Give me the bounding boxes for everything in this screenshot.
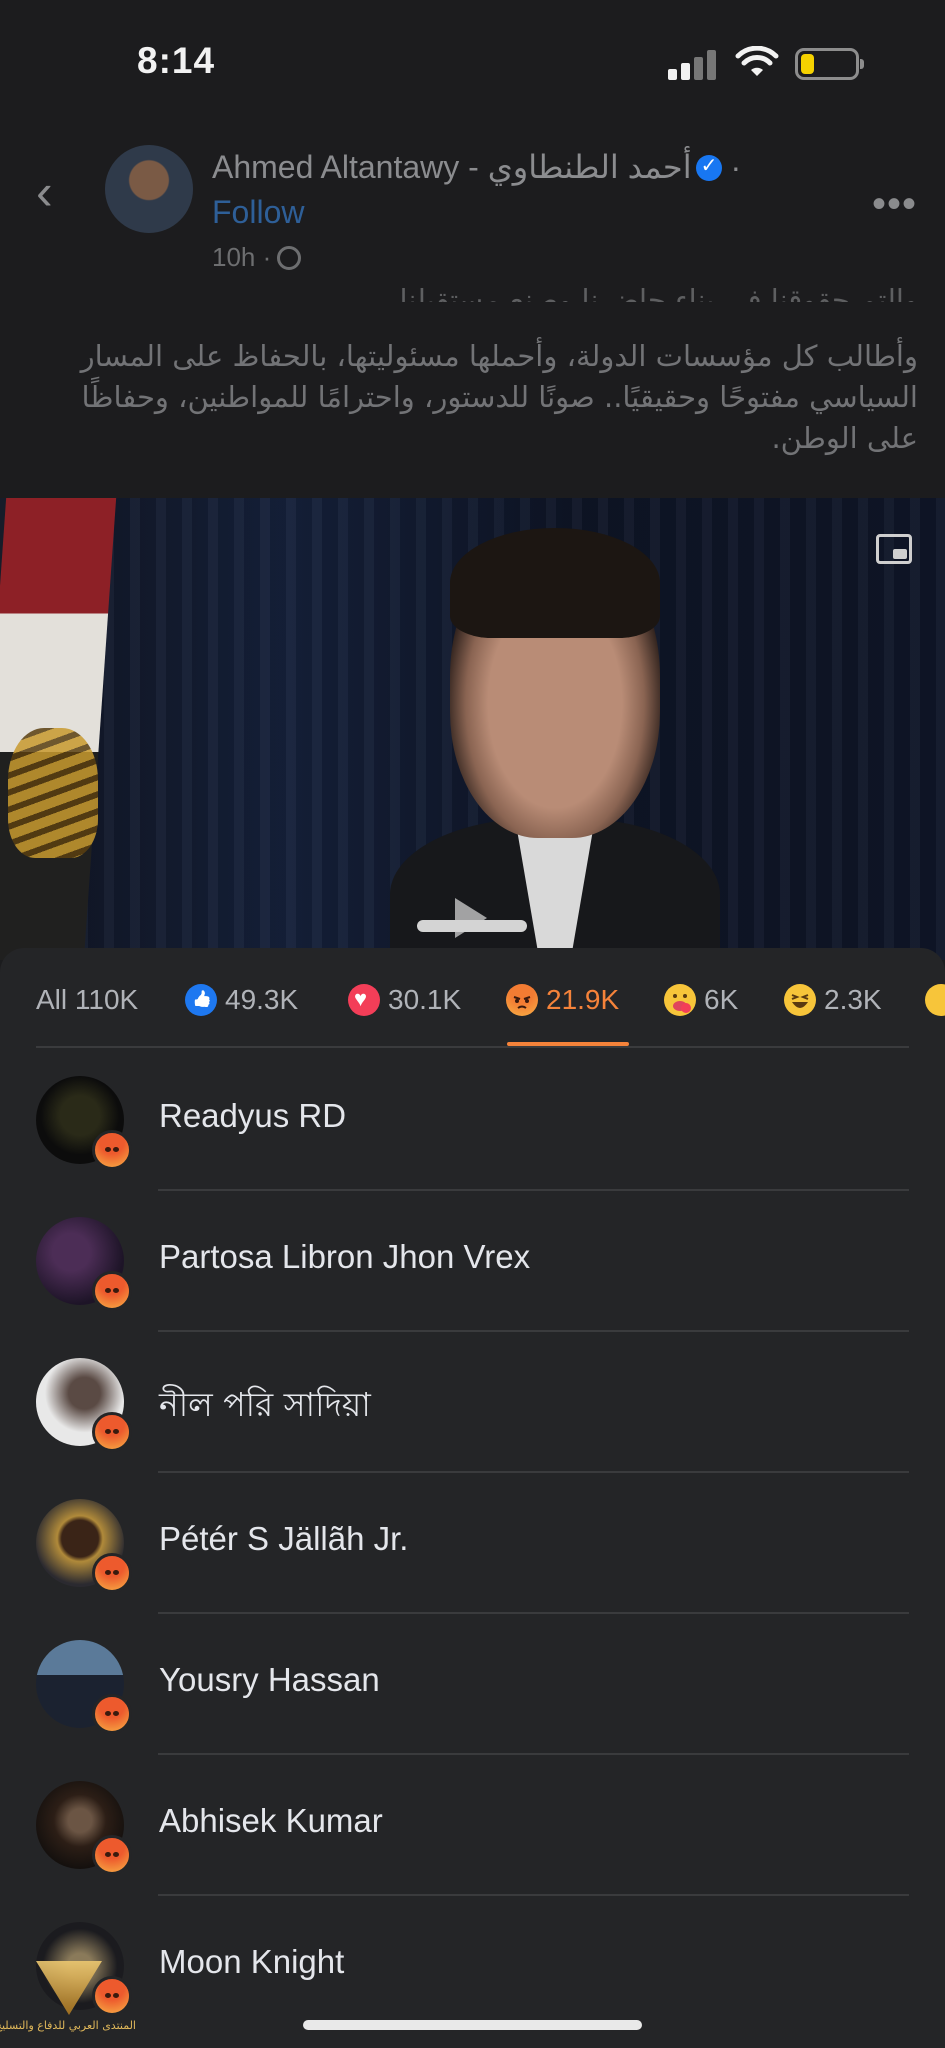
post-text-cut-line: والتم حقوقنا في بناء حاضرنا وصنع مستقبلن… bbox=[390, 283, 918, 302]
person-name[interactable]: Yousry Hassan bbox=[159, 1661, 380, 1699]
home-indicator[interactable] bbox=[303, 2020, 642, 2030]
follow-button[interactable]: Follow bbox=[212, 194, 304, 231]
author-avatar[interactable] bbox=[105, 145, 193, 233]
person-name[interactable]: Readyus RD bbox=[159, 1097, 346, 1135]
tab-care-count: 6K bbox=[704, 984, 739, 1015]
author-suffix: · bbox=[730, 149, 742, 185]
verified-badge-icon bbox=[695, 153, 722, 181]
back-chevron-icon[interactable]: ‹ bbox=[36, 167, 66, 220]
tab-all-label: All 110K bbox=[36, 984, 139, 1015]
angry-icon bbox=[92, 1553, 132, 1593]
post-text: والتم حقوقنا في بناء حاضرنا وصنع مستقبلن… bbox=[30, 280, 918, 459]
tab-angry[interactable]: 21.9K bbox=[506, 982, 619, 1018]
video-speaker bbox=[390, 528, 720, 960]
list-item[interactable]: Partosa Libron Jhon Vrex bbox=[0, 1191, 945, 1332]
author-name[interactable]: Ahmed Altantawy - أحمد الطنطاوي bbox=[212, 149, 692, 185]
watermark-text: المنتدى العربي للدفاع والتسليح bbox=[0, 2019, 136, 2032]
list-item[interactable]: Readyus RD bbox=[0, 1050, 945, 1191]
tab-haha-count: 2.3K bbox=[824, 984, 882, 1015]
angry-icon bbox=[506, 984, 538, 1016]
list-item[interactable]: Abhisek Kumar bbox=[0, 1755, 945, 1896]
list-item[interactable]: Yousry Hassan bbox=[0, 1614, 945, 1755]
cellular-signal-icon bbox=[668, 50, 720, 80]
more-options-icon[interactable]: ••• bbox=[872, 182, 917, 227]
reaction-tabs: All 110K 49.3K 30.1K 21.9K 6K 2.3K bbox=[0, 948, 945, 1048]
care-icon bbox=[664, 984, 696, 1016]
person-name[interactable]: নীল পরি সাদিয়া bbox=[159, 1379, 371, 1435]
person-name[interactable]: Moon Knight bbox=[159, 1943, 344, 1981]
person-name[interactable]: Partosa Libron Jhon Vrex bbox=[159, 1238, 530, 1276]
love-icon bbox=[348, 984, 380, 1016]
tab-wow[interactable] bbox=[925, 982, 945, 1018]
tab-care[interactable]: 6K bbox=[664, 982, 738, 1018]
list-item[interactable]: নীল পরি সাদিয়া bbox=[0, 1332, 945, 1473]
post-text-paragraph: وأطالب كل مؤسسات الدولة، وأحملها مسئوليت… bbox=[80, 339, 918, 455]
forum-watermark: المنتدى العربي للدفاع والتسليح bbox=[0, 1955, 136, 2045]
angry-icon bbox=[92, 1130, 132, 1170]
list-item[interactable]: Pétér S Jällãh Jr. bbox=[0, 1473, 945, 1614]
play-icon[interactable] bbox=[455, 898, 487, 938]
globe-privacy-icon bbox=[277, 246, 302, 270]
angry-icon bbox=[92, 1835, 132, 1875]
tab-love[interactable]: 30.1K bbox=[348, 982, 461, 1018]
tab-all[interactable]: All 110K bbox=[36, 982, 138, 1018]
watermark-logo bbox=[36, 1961, 102, 2015]
tabs-divider bbox=[36, 1046, 909, 1048]
battery-icon bbox=[795, 48, 864, 80]
status-time: 8:14 bbox=[137, 40, 216, 81]
tab-angry-count: 21.9K bbox=[546, 984, 620, 1015]
wifi-icon bbox=[735, 46, 779, 76]
tab-haha[interactable]: 2.3K bbox=[784, 982, 882, 1018]
post-time: 10h · bbox=[212, 242, 272, 272]
person-name[interactable]: Abhisek Kumar bbox=[159, 1802, 383, 1840]
author-name-line[interactable]: Ahmed Altantawy - أحمد الطنطاوي · bbox=[212, 148, 741, 186]
haha-icon bbox=[784, 984, 816, 1016]
angry-icon bbox=[92, 1412, 132, 1452]
post-header: ‹ Ahmed Altantawy - أحمد الطنطاوي · Foll… bbox=[0, 130, 945, 290]
sheet-drag-handle[interactable] bbox=[417, 920, 527, 932]
tab-love-count: 30.1K bbox=[388, 984, 462, 1015]
post-video[interactable] bbox=[0, 498, 945, 960]
person-name[interactable]: Pétér S Jällãh Jr. bbox=[159, 1520, 408, 1558]
status-bar: 8:14 bbox=[0, 0, 945, 120]
picture-in-picture-icon[interactable] bbox=[876, 534, 912, 564]
angry-icon bbox=[92, 1694, 132, 1734]
flag-eagle-emblem bbox=[8, 728, 98, 858]
battery-level bbox=[801, 54, 814, 74]
post-meta: 10h · bbox=[212, 242, 302, 273]
tab-like-count: 49.3K bbox=[225, 984, 299, 1015]
list-item[interactable]: Moon Knight bbox=[0, 1896, 945, 2037]
like-icon bbox=[185, 984, 217, 1016]
wow-icon bbox=[925, 984, 945, 1016]
angry-icon bbox=[92, 1271, 132, 1311]
tab-like[interactable]: 49.3K bbox=[185, 982, 298, 1018]
